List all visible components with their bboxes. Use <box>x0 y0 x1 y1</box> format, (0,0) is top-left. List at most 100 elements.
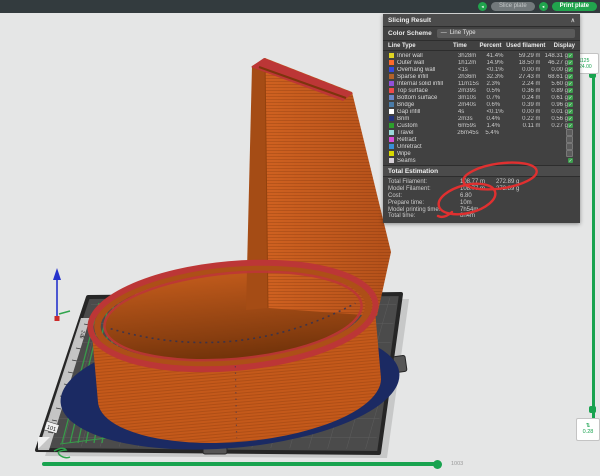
display-checkbox[interactable] <box>568 123 573 128</box>
table-row: Internal solid infill 11m15s 2.3% 2.24 m… <box>388 80 575 87</box>
estimation-label: Cost: <box>388 193 460 199</box>
line-type-label: Internal solid infill <box>397 81 458 87</box>
display-checkbox[interactable] <box>568 109 573 114</box>
layer-slider-track[interactable] <box>592 75 595 428</box>
filament-length-value: 2.24 m <box>515 81 541 87</box>
display-checkbox[interactable] <box>568 158 573 163</box>
scheme-value: Line Type <box>450 29 476 38</box>
filament-weight-value: 0.61 g <box>540 95 568 101</box>
estimation-value-1: 108.77 m <box>460 179 496 185</box>
percent-value: <0.1% <box>486 109 515 115</box>
display-checkbox[interactable] <box>568 116 573 121</box>
percent-value: 5.4% <box>485 130 513 136</box>
line-type-label: Overhang wall <box>397 67 458 73</box>
filament-weight-value: 0.00 g <box>540 67 568 73</box>
display-checkbox[interactable] <box>566 143 573 150</box>
display-checkbox[interactable] <box>568 95 573 100</box>
line-type-label: Top surface <box>397 88 458 94</box>
model <box>86 58 391 454</box>
line-type-label: Gap infill <box>397 109 458 115</box>
color-scheme-dropdown[interactable]: — Line Type <box>437 29 575 38</box>
display-checkbox[interactable] <box>568 88 573 93</box>
slice-plate-menu-icon[interactable]: ◂ <box>478 2 487 11</box>
time-value: 4s <box>458 109 487 115</box>
line-type-color-swatch <box>389 60 394 65</box>
table-header: Line Type Time Percent Used filament Dis… <box>383 41 580 51</box>
total-estimation-row: Model printing time: 7h54m <box>388 206 575 213</box>
line-type-label: Brim <box>397 116 458 122</box>
collapse-icon[interactable]: ∧ <box>571 17 575 24</box>
line-type-color-swatch <box>389 74 394 79</box>
percent-value: 0.7% <box>486 95 515 101</box>
time-value: 1h12m <box>458 60 487 66</box>
slice-plate-button[interactable]: Slice plate <box>491 2 535 12</box>
filament-weight-value: 0.56 g <box>540 116 568 122</box>
line-type-color-swatch <box>389 144 394 149</box>
display-checkbox[interactable] <box>568 53 573 58</box>
filament-length-value: 0.36 m <box>515 88 541 94</box>
display-checkbox[interactable] <box>568 67 573 72</box>
filament-weight-value: 0.27 g <box>540 123 568 129</box>
line-type-color-swatch <box>389 123 394 128</box>
line-type-color-swatch <box>389 151 394 156</box>
display-checkbox[interactable] <box>568 74 573 79</box>
slicing-result-panel: Slicing Result ∧ Color Scheme — Line Typ… <box>383 14 580 223</box>
line-type-color-swatch <box>389 102 394 107</box>
table-row: Travel 26m45s 5.4% <box>388 129 575 136</box>
time-value: 3m10s <box>458 95 487 101</box>
estimation-label: Prepare time: <box>388 200 460 206</box>
time-value: 2m3s <box>458 116 487 122</box>
table-row: Bridge 2m40s 0.6% 0.39 m 0.96 g <box>388 101 575 108</box>
total-estimation-row: Total Filament: 108.77 m 272.89 g <box>388 179 575 186</box>
filament-length-value: 0.00 m <box>515 67 541 73</box>
filament-weight-value: 148.31 g <box>540 53 568 59</box>
display-checkbox[interactable] <box>568 81 573 86</box>
display-checkbox[interactable] <box>566 150 573 157</box>
estimation-label: Total Filament: <box>388 179 460 185</box>
total-estimation-section: Total Filament: 108.77 m 272.89 g Model … <box>383 177 580 223</box>
display-checkbox[interactable] <box>566 136 573 143</box>
filament-weight-value: 0.01 g <box>540 109 568 115</box>
estimation-value-1: 6.80 <box>460 193 496 199</box>
step-slider-track[interactable] <box>42 462 440 466</box>
y-axis-line <box>59 311 70 314</box>
line-type-table: Inner wall 3h28m 41.4% 59.29 m 148.31 g … <box>383 51 580 165</box>
table-row: Gap infill 4s <0.1% 0.00 m 0.01 g <box>388 108 575 115</box>
total-estimation-row: Model Filament: 108.77 m 272.89 g <box>388 186 575 193</box>
total-estimation-row: Prepare time: 10m <box>388 199 575 206</box>
layer-bottom-value: 0.28 <box>583 429 594 436</box>
total-estimation-header: Total Estimation <box>383 165 580 177</box>
time-value: 11m15s <box>458 81 487 87</box>
time-value: 2m40s <box>458 102 487 108</box>
time-value: 2h36m <box>458 74 487 80</box>
print-plate-menu-icon[interactable]: ◂ <box>539 2 548 11</box>
display-checkbox[interactable] <box>568 102 573 107</box>
layer-bottom-box[interactable]: ⇅ 0.28 <box>576 418 600 441</box>
filament-weight-value: 0.89 g <box>540 88 568 94</box>
display-checkbox[interactable] <box>568 60 573 65</box>
print-plate-button[interactable]: Print plate <box>552 2 597 12</box>
line-type-color-swatch <box>389 88 394 93</box>
table-row: Wipe <box>388 150 575 157</box>
filament-weight-value: 46.27 g <box>540 60 568 66</box>
display-checkbox[interactable] <box>566 129 573 136</box>
time-value: 3h28m <box>458 53 487 59</box>
percent-value: 14.9% <box>486 60 515 66</box>
line-type-label: Inner wall <box>397 53 458 59</box>
percent-value: 2.3% <box>486 81 515 87</box>
table-row: Custom 6m59s 1.4% 0.11 m 0.27 g <box>388 122 575 129</box>
estimation-value-2: 272.89 g <box>496 179 540 185</box>
line-type-label: Retract <box>397 137 457 143</box>
line-type-color-swatch <box>389 130 394 135</box>
scheme-dash-icon: — <box>441 29 447 38</box>
filament-length-value: 27.43 m <box>515 74 541 80</box>
line-type-color-swatch <box>389 116 394 121</box>
panel-title: Slicing Result <box>388 17 431 24</box>
top-toolbar: ◂ Slice plate ◂ Print plate <box>0 0 600 13</box>
line-type-color-swatch <box>389 109 394 114</box>
estimation-value-1: 7h54m <box>460 207 496 213</box>
table-row: Brim 2m3s 0.4% 0.22 m 0.56 g <box>388 115 575 122</box>
percent-value: 0.5% <box>486 88 515 94</box>
layer-slider-bottom-handle[interactable] <box>589 406 596 413</box>
step-slider-handle[interactable] <box>433 460 442 469</box>
